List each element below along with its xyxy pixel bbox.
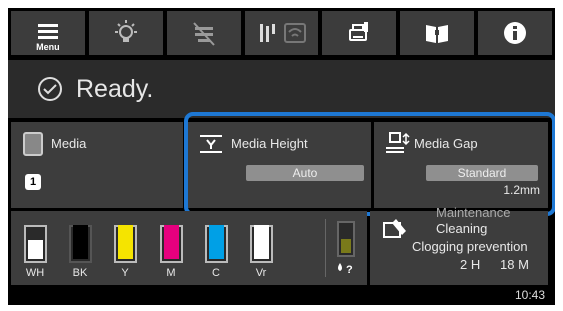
highlight-frame [184,112,555,216]
ink-level-box [205,225,228,263]
media-roll-icon [23,132,43,156]
maintenance-minutes: 18 M [500,257,529,272]
ink-level-fill [209,225,224,259]
network-disabled-icon [192,22,215,46]
ink-level-fill [73,225,88,259]
ink-level-fill [254,225,269,259]
wifi-direct-icon [259,23,306,43]
check-circle-icon [38,77,62,101]
maintenance-button[interactable] [322,11,397,55]
toolbar: Menu [11,11,553,55]
ink-level-fill [164,225,179,259]
waste-ink-icon: ? [338,263,353,276]
ink-label: M [166,267,176,279]
media-panel[interactable]: Media 1 [11,122,183,208]
ink-level-box [160,225,183,263]
wifi-direct-button[interactable] [244,11,319,55]
ink-level-box [114,225,137,263]
info-icon [504,22,527,44]
ink-label: C [212,267,220,279]
clock-time: 10:43 [514,288,545,302]
manual-button[interactable] [400,11,475,55]
maintenance-wrench-icon [383,219,406,238]
info-button[interactable] [478,11,553,55]
printer-screen: Menu Ready. Media 1 Media Height Auto Me… [8,8,555,305]
ink-level-fill [118,225,133,259]
maintenance-cleaning: Cleaning [436,221,488,236]
ink-label: Y [121,267,129,279]
media-number-badge: 1 [25,174,41,190]
status-bar: Ready. [8,60,555,118]
waste-ink-level-fill [341,238,351,253]
ink-status-panel[interactable]: WH BK Y M C Vr ? [11,211,367,285]
ink-label: BK [72,267,88,279]
light-button[interactable] [88,11,163,55]
status-text: Ready. [76,74,154,103]
menu-button[interactable]: Menu [11,11,85,55]
waste-ink-level-box [337,221,355,257]
light-bulb-icon [114,20,137,42]
ink-level-box [24,225,47,263]
printer-maintenance-icon [349,22,369,41]
svg-text:?: ? [346,264,353,276]
media-label: Media [51,136,87,151]
ink-level-box [69,225,92,263]
manual-book-icon [426,25,449,43]
ink-label: WH [25,267,45,279]
maintenance-clogging: Clogging prevention [412,239,528,254]
menu-label: Menu [36,42,60,52]
maintenance-title: Maintenance [436,205,511,220]
ink-divider [325,219,326,277]
ink-level-fill [28,240,43,259]
maintenance-panel[interactable]: Maintenance Cleaning Clogging prevention… [370,205,548,285]
menu-icon [37,24,58,39]
ink-label: Vr [255,267,267,279]
network-button[interactable] [166,11,241,55]
maintenance-hours: 2 H [460,257,481,272]
ink-level-box [250,225,273,263]
